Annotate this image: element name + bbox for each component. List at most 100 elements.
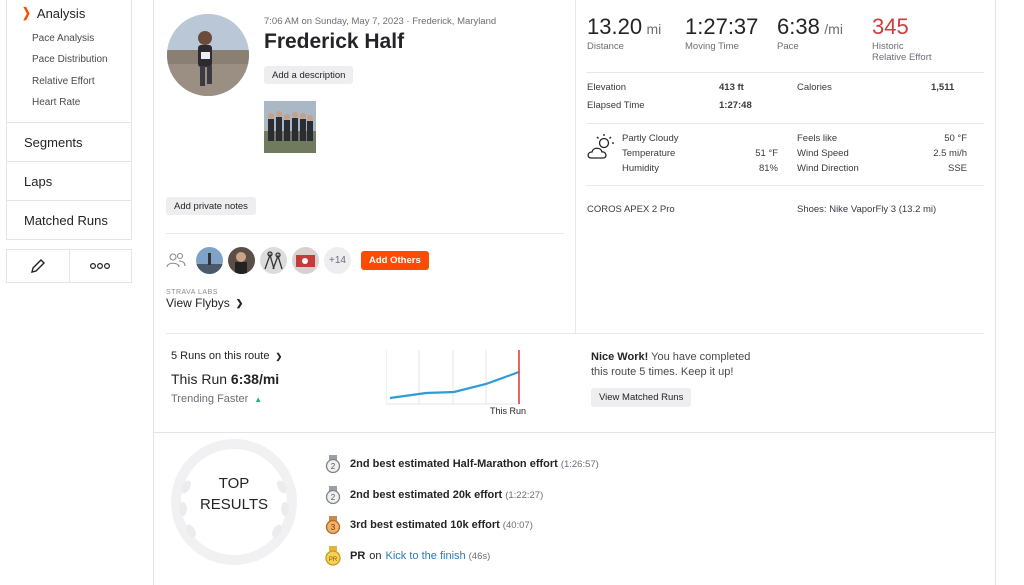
pace-label: Pace <box>777 41 799 52</box>
view-flybys-link[interactable]: View Flybys ❯ <box>166 296 243 310</box>
silver-medal-icon: 2 <box>325 486 341 505</box>
distance-label: Distance <box>587 41 624 52</box>
pr-result-item[interactable]: PR PR on Kick to the finish (46s) <box>324 545 490 567</box>
elapsed-time-label: Elapsed Time <box>587 100 645 111</box>
moving-time-label: Moving Time <box>685 41 739 52</box>
wind-speed-value: 2.5 mi/h <box>933 148 967 159</box>
sidebar-item-matched-runs[interactable]: Matched Runs <box>6 201 132 240</box>
silver-medal-icon: 2 <box>325 455 341 474</box>
pr-time: (46s) <box>468 550 491 562</box>
sidebar-item-analysis[interactable]: ❯ Analysis <box>21 5 85 21</box>
view-matched-runs-button[interactable]: View Matched Runs <box>591 388 692 407</box>
distance-value: 13.20 <box>587 14 643 39</box>
top-results-title-1: TOP <box>218 475 250 492</box>
sidebar-subitem-heart-rate[interactable]: Heart Rate <box>32 97 80 108</box>
sidebar-item-segments[interactable]: Segments <box>6 123 132 162</box>
add-private-notes-button[interactable]: Add private notes <box>166 197 256 215</box>
pr-medal-icon: PR <box>325 546 341 566</box>
device-name: COROS APEX 2 Pro <box>587 204 675 215</box>
sidebar-tools <box>6 249 132 283</box>
wind-direction-label: Wind Direction <box>797 163 859 174</box>
activity-meta: 7:06 AM on Sunday, May 7, 2023 · Frederi… <box>264 16 497 27</box>
kudos-avatar[interactable] <box>260 247 287 274</box>
top-result-item[interactable]: 3 3rd best estimated 10k effort (40:07) <box>324 515 533 535</box>
pace-unit: /mi <box>824 21 843 37</box>
sidebar-item-laps[interactable]: Laps <box>6 162 132 201</box>
trend-up-icon: ▲ <box>254 394 263 404</box>
trending-status: Trending Faster ▲ <box>171 393 262 405</box>
top-results-title: TOP RESULTS <box>194 473 274 515</box>
activity-title: Frederick Half <box>264 30 405 53</box>
weather-condition: Partly Cloudy <box>622 133 679 144</box>
add-others-button[interactable]: Add Others <box>361 251 429 270</box>
route-trend-chart: This Run <box>386 350 526 416</box>
sidebar-item-label: Analysis <box>36 5 86 21</box>
nice-work-label: Nice Work! <box>591 351 649 363</box>
wind-speed-label: Wind Speed <box>797 148 849 159</box>
runs-on-route-label: 5 Runs on this route <box>171 350 270 362</box>
moving-time-value: 1:27:37 <box>685 14 759 39</box>
stat-moving-time: 1:27:37 Moving Time <box>685 14 758 52</box>
top-result-time: (1:22:27) <box>505 489 544 501</box>
runs-on-route-link[interactable]: 5 Runs on this route ❯ <box>171 350 282 362</box>
svg-text:2: 2 <box>331 462 336 471</box>
svg-text:3: 3 <box>331 523 336 532</box>
top-result-text: 2nd best estimated Half-Marathon effort <box>350 458 558 470</box>
sidebar-subitem-relative-effort[interactable]: Relative Effort <box>32 76 95 87</box>
sidebar-subitem-pace-distribution[interactable]: Pace Distribution <box>32 54 108 65</box>
view-flybys-label: View Flybys <box>166 296 230 310</box>
relative-effort-value: 345 <box>872 14 909 39</box>
top-result-text: 2nd best estimated 20k effort <box>350 489 503 501</box>
top-result-time: (1:26:57) <box>560 458 599 470</box>
distance-unit: mi <box>646 21 662 37</box>
temperature-value: 51 °F <box>755 148 778 159</box>
top-result-text: 3rd best estimated 10k effort <box>350 519 500 531</box>
add-description-button[interactable]: Add a description <box>264 66 354 84</box>
group-photo <box>264 101 316 153</box>
athlete-avatar[interactable] <box>167 14 249 96</box>
activity-photo[interactable] <box>264 101 316 153</box>
temperature-label: Temperature <box>622 148 676 159</box>
stat-distance: 13.20 mi Distance <box>587 14 661 52</box>
top-results-title-2: RESULTS <box>199 496 269 513</box>
this-run-marker-label: This Run <box>490 406 526 416</box>
route-message: Nice Work! You have completed this route… <box>591 350 750 380</box>
athlete-photo <box>167 14 249 96</box>
sidebar: ❯ Analysis Pace Analysis Pace Distributi… <box>6 0 132 283</box>
kudos-avatar[interactable] <box>196 247 223 274</box>
top-result-item[interactable]: 2 2nd best estimated 20k effort (1:22:27… <box>324 485 543 505</box>
edit-button[interactable] <box>7 250 70 282</box>
kudos-avatar[interactable] <box>292 247 319 274</box>
kudos-more-count[interactable]: +14 <box>324 247 351 274</box>
activity-panel: 7:06 AM on Sunday, May 7, 2023 · Frederi… <box>153 0 996 585</box>
ellipsis-icon <box>90 262 111 270</box>
pr-label: PR <box>350 550 366 562</box>
stat-relative-effort[interactable]: 345 Historic Relative Effort <box>872 14 932 63</box>
pencil-icon <box>30 259 45 273</box>
chevron-right-icon: ❯ <box>22 5 31 20</box>
calories-value: 1,511 <box>931 82 955 93</box>
strava-labs-label: STRAVA LABS <box>166 289 218 296</box>
pace-value: 6:38 <box>777 14 820 39</box>
more-options-button[interactable] <box>70 250 132 282</box>
shoes-info[interactable]: Shoes: Nike VaporFly 3 (13.2 mi) <box>797 204 936 215</box>
wind-direction-value: SSE <box>947 163 967 174</box>
kudos-avatar[interactable] <box>228 247 255 274</box>
this-run-label: This Run <box>171 371 228 387</box>
svg-text:PR: PR <box>329 557 338 563</box>
calories-label: Calories <box>797 82 832 93</box>
top-result-item[interactable]: 2 2nd best estimated Half-Marathon effor… <box>324 454 599 474</box>
trend-line <box>389 370 520 400</box>
chevron-right-icon: ❯ <box>275 351 283 361</box>
bronze-medal-icon: 3 <box>325 516 341 535</box>
svg-text:2: 2 <box>331 493 336 502</box>
top-result-time: (40:07) <box>502 519 533 531</box>
humidity-label: Humidity <box>622 163 659 174</box>
this-run-pace: 6:38/mi <box>230 371 280 387</box>
elevation-value: 413 ft <box>719 82 744 93</box>
this-run-pace-line: This Run 6:38/mi <box>171 371 279 387</box>
relative-effort-label-2: Relative Effort <box>872 52 932 63</box>
group-icon[interactable] <box>166 251 186 269</box>
pr-segment-link[interactable]: Kick to the finish <box>386 550 466 562</box>
sidebar-subitem-pace-analysis[interactable]: Pace Analysis <box>32 33 94 44</box>
